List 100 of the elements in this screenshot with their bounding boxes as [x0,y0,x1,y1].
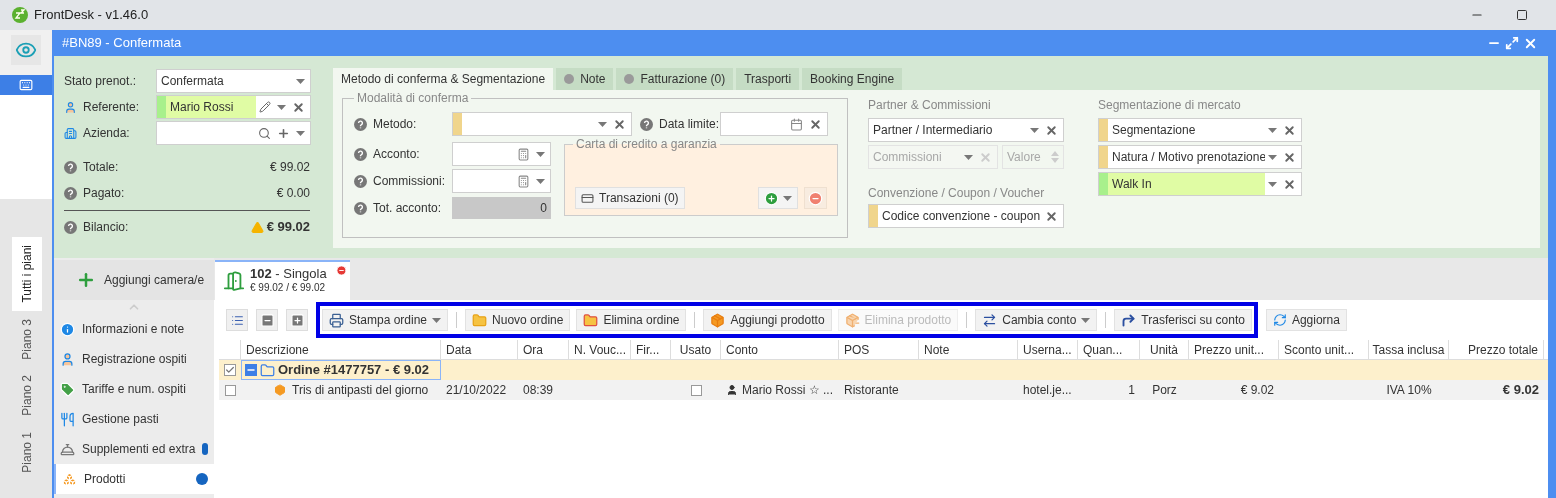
column-header[interactable]: Descrizione [241,340,441,359]
clear-icon[interactable] [1283,177,1296,191]
caret-icon[interactable] [296,78,305,84]
remove-card-button[interactable] [804,187,827,209]
clear-icon[interactable] [1283,123,1296,137]
clear-icon[interactable] [1045,209,1058,223]
refresh-button[interactable]: Aggiorna [1265,309,1347,331]
column-header[interactable]: Fir... [631,340,671,359]
toolbar-button[interactable]: Trasferisci su conto [1114,309,1252,331]
caret-icon[interactable] [1268,181,1277,187]
column-header[interactable]: Quan... [1078,340,1140,359]
select-field[interactable] [720,112,828,136]
column-header[interactable]: POS [839,340,919,359]
select-field[interactable]: Natura / Motivo prenotazione [1098,145,1302,169]
edit-icon[interactable] [259,101,271,113]
checkbox[interactable] [224,364,236,376]
column-header[interactable]: Userna... [1018,340,1078,359]
caret-icon[interactable] [1030,127,1039,133]
caret-icon[interactable] [536,151,545,157]
checkbox[interactable] [690,384,702,396]
select-field[interactable]: Mario Rossi [156,95,311,119]
add-icon[interactable] [277,126,290,140]
search-icon[interactable] [258,126,271,140]
select-field[interactable] [452,142,551,166]
column-header[interactable]: Ora [518,340,569,359]
add-card-button[interactable] [758,187,798,209]
clear-icon[interactable] [613,117,626,131]
clear-icon[interactable] [809,117,822,131]
toolbar-button[interactable]: Elimina ordine [576,309,687,331]
select-field[interactable]: Codice convenzione - coupon [868,204,1064,228]
column-header[interactable]: Note [919,340,1018,359]
menu-item[interactable]: Prodotti [54,464,214,494]
clear-icon[interactable] [292,100,305,114]
caret-icon[interactable] [1268,127,1277,133]
collapse-button[interactable] [256,309,278,331]
field-label: Metodo: [373,116,417,133]
calculator-icon[interactable] [517,174,530,188]
column-header[interactable]: Usato [671,340,721,359]
add-room-button[interactable]: Aggiungi camera/e [54,260,214,300]
menu-item[interactable]: Gestione pasti [54,404,214,434]
close-room-icon[interactable] [336,265,347,276]
keyboard-tab[interactable] [0,75,52,95]
room-tab[interactable]: 102 - Singola € 99.02 / € 99.02 [215,260,350,300]
expand-button[interactable] [286,309,308,331]
clear-icon[interactable] [1283,150,1296,164]
toolbar-button[interactable]: Stampa ordine [322,309,449,331]
tab[interactable]: Booking Engine [802,68,903,90]
select-field[interactable]: Partner / Intermediario [868,118,1064,142]
menu-item[interactable]: Tariffe e num. ospiti [54,374,214,404]
tab[interactable]: Note [556,68,614,90]
select-field[interactable]: Walk In [1098,172,1302,196]
caret-icon[interactable] [783,195,792,201]
caret-icon[interactable] [296,130,305,136]
caret-icon[interactable] [536,178,545,184]
toolbar-button[interactable]: Cambia conto [975,309,1098,331]
order-row[interactable]: Ordine #1477757 - € 9.02 [241,360,441,380]
calendar-icon[interactable] [790,117,803,131]
collapse-icon[interactable] [245,364,257,376]
toolbar-button[interactable]: Aggiungi prodotto [703,309,832,331]
caret-icon[interactable] [1268,154,1277,160]
floor-tab[interactable]: Tutti i piani [12,237,42,311]
tab[interactable]: Fatturazione (0) [616,68,734,90]
expand-icon[interactable] [1505,36,1519,50]
section-title: Partner & Commissioni [868,97,992,114]
clear-icon[interactable] [1045,123,1058,137]
menu-item[interactable]: Supplementi ed extra [54,434,214,464]
checkbox[interactable] [224,384,236,396]
caret-icon[interactable] [277,104,286,110]
eye-button[interactable] [11,35,41,65]
select-field[interactable]: Confermata [156,69,311,93]
tab[interactable]: Trasporti [736,68,800,90]
column-header[interactable]: Prezzo unit... [1189,340,1279,359]
floor-tab[interactable]: Piano 3 [12,310,42,368]
column-header[interactable]: N. Vouc... [569,340,631,359]
column-header[interactable]: Prezzo totale [1449,340,1544,359]
toolbar-button[interactable]: Nuovo ordine [465,309,571,331]
select-field[interactable] [452,112,632,136]
select-field[interactable] [156,121,311,145]
calculator-icon[interactable] [517,147,530,161]
caret-icon[interactable] [598,121,607,127]
caret-icon[interactable] [1081,317,1091,323]
column-header[interactable]: Conto [721,340,839,359]
select-field[interactable] [452,169,551,193]
tab[interactable]: Metodo di conferma & Segmentazione [333,68,554,90]
column-header[interactable]: Sconto unit... [1279,340,1369,359]
list-button[interactable] [226,309,248,331]
menu-item[interactable]: Informazioni e note [54,314,214,344]
maximize-icon[interactable] [1516,9,1528,21]
select-field[interactable]: Segmentazione [1098,118,1302,142]
menu-item[interactable]: Registrazione ospiti [54,344,214,374]
caret-icon[interactable] [432,317,442,323]
column-header[interactable]: Tassa inclusa [1369,340,1449,359]
floor-tab[interactable]: Piano 2 [12,367,42,424]
transactions-button[interactable]: Transazioni (0) [575,187,685,209]
amount-field[interactable]: 0 [452,197,551,219]
column-header[interactable]: Data [441,340,518,359]
column-header[interactable]: Unità [1140,340,1189,359]
bell-icon [60,441,75,457]
collapse-icon [259,312,275,328]
floor-tab[interactable]: Piano 1 [12,424,42,481]
